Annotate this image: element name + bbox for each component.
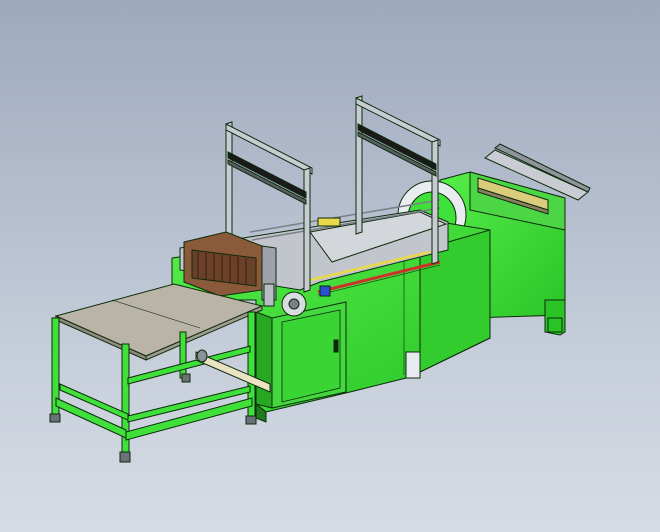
worktable bbox=[49, 283, 271, 463]
machine-3d-render bbox=[49, 95, 591, 463]
cad-viewport bbox=[0, 0, 660, 532]
